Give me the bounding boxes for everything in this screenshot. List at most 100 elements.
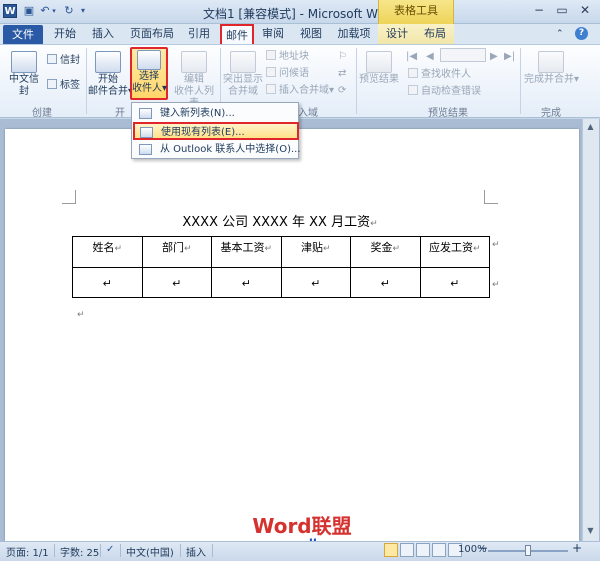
edit-recipient-list-button[interactable]: 编辑 收件人列表 [170, 49, 218, 110]
dropdown-arrow-icon: ▾ [162, 83, 168, 94]
table-cell[interactable]: ↵ [419, 266, 490, 298]
auto-check-errors-button[interactable]: 自动检查错误 [408, 85, 481, 98]
group-label-start-merge: 开 [115, 108, 125, 119]
watermark-brand: Word联盟 [252, 514, 352, 538]
group-separator [86, 48, 87, 114]
table-header-cell[interactable]: 津贴↵ [280, 236, 351, 268]
next-record-icon[interactable]: ▶ [490, 50, 498, 63]
highlight-icon [230, 51, 256, 73]
table-header-cell[interactable]: 部门↵ [141, 236, 212, 268]
find-recipient-button[interactable]: 查找收件人 [408, 68, 471, 81]
page-count[interactable]: 页面: 1/1 [6, 544, 49, 559]
table-header-cell[interactable]: 基本工资↵ [211, 236, 282, 268]
address-block-icon [266, 50, 276, 60]
tab-references[interactable]: 引用 [184, 24, 214, 44]
tab-file[interactable]: 文件 [3, 25, 43, 44]
dropdown-arrow-icon: ▾ [574, 74, 580, 85]
select-recipients-button[interactable]: 选择 收件人▾ [130, 47, 168, 100]
table-cell[interactable]: ↵ [141, 266, 212, 298]
finish-merge-icon [538, 51, 564, 73]
tab-review[interactable]: 审阅 [258, 24, 288, 44]
table-header-cell[interactable]: 姓名↵ [72, 236, 143, 268]
group-label-create: 创建 [32, 108, 52, 119]
insert-merge-field-button[interactable]: 插入合并域▾ [266, 84, 334, 97]
table-cell[interactable]: ↵ [211, 266, 282, 298]
zoom-slider-thumb[interactable] [525, 545, 531, 556]
vertical-scrollbar[interactable] [582, 119, 599, 541]
group-separator [520, 48, 521, 114]
rules-icon[interactable]: ⚐ [338, 50, 352, 63]
update-labels-icon[interactable]: ⟳ [338, 84, 352, 97]
match-fields-icon[interactable]: ⇄ [338, 67, 352, 80]
zoom-in-icon[interactable]: + [572, 541, 582, 555]
greeting-line-button[interactable]: 问候语 [266, 67, 309, 80]
scroll-up-icon[interactable]: ▲ [584, 122, 597, 134]
outline-view-icon[interactable] [432, 543, 446, 557]
restore-button[interactable]: ▭ [551, 3, 573, 19]
salary-table[interactable]: 姓名↵ 部门↵ 基本工资↵ 津贴↵ 奖金↵ 应发工资↵ ↵ ↵ ↵ ↵ ↵ ↵ [72, 236, 490, 298]
status-separator [54, 544, 55, 557]
tab-mailings[interactable]: 邮件 [220, 24, 254, 44]
group-label-finish: 完成 [541, 108, 561, 119]
last-record-icon[interactable]: ▶| [504, 50, 515, 63]
envelopes-button[interactable]: 信封 [47, 54, 80, 67]
language-indicator[interactable]: 中文(中国) [126, 544, 174, 559]
previous-record-icon[interactable]: ◀ [426, 50, 434, 63]
minimize-button[interactable]: − [528, 3, 550, 19]
check-errors-icon [408, 85, 418, 95]
chinese-envelopes-button[interactable]: 中文信封 [6, 49, 42, 98]
labels-button[interactable]: 标签 [47, 79, 80, 92]
insert-mode-indicator[interactable]: 插入 [186, 544, 206, 559]
word-count[interactable]: 字数: 25 [60, 544, 99, 559]
finish-merge-button[interactable]: 完成并合并▾ [524, 49, 580, 86]
minimize-ribbon-icon[interactable]: ⌃ [556, 29, 568, 41]
tab-view[interactable]: 视图 [296, 24, 326, 44]
table-cell[interactable]: ↵ [72, 266, 143, 298]
outlook-contacts-icon [139, 144, 152, 155]
start-mail-merge-button[interactable]: 开始 邮件合并▾ [88, 49, 133, 98]
preview-icon [366, 51, 392, 73]
table-header-cell[interactable]: 应发工资↵ [419, 236, 490, 268]
margin-corner-mark [62, 190, 76, 204]
preview-results-button[interactable]: 预览结果 [358, 49, 400, 86]
new-list-icon [139, 108, 152, 119]
group-label-preview: 预览结果 [428, 108, 468, 119]
window-title: 文档1 [兼容模式] - Microsoft Word [202, 7, 398, 21]
table-cell[interactable]: ↵ [280, 266, 351, 298]
tab-design[interactable]: 设计 [382, 24, 412, 44]
menu-item-use-existing-list[interactable]: 使用现有列表(E)... [133, 122, 299, 140]
print-layout-view-icon[interactable] [384, 543, 398, 557]
select-recipients-menu: 键入新列表(N)... 使用现有列表(E)... 从 Outlook 联系人中选… [131, 102, 301, 159]
table-cell[interactable]: ↵ [350, 266, 421, 298]
address-block-button[interactable]: 地址块 [266, 50, 309, 63]
table-row: ↵ ↵ ↵ ↵ ↵ ↵ [72, 266, 490, 298]
existing-list-icon [140, 127, 153, 138]
web-layout-icon[interactable] [416, 543, 430, 557]
full-screen-reading-icon[interactable] [400, 543, 414, 557]
find-icon [408, 68, 418, 78]
record-number-input[interactable] [440, 48, 486, 62]
menu-item-type-new-list[interactable]: 键入新列表(N)... [134, 105, 297, 122]
tab-home[interactable]: 开始 [50, 24, 80, 44]
close-button[interactable]: ✕ [574, 3, 596, 19]
help-icon[interactable]: ? [575, 27, 588, 40]
edit-list-icon [181, 51, 207, 73]
menu-item-outlook-contacts[interactable]: 从 Outlook 联系人中选择(O)... [134, 141, 301, 158]
document-heading[interactable]: XXXX 公司 XXXX 年 XX 月工资↵ [70, 211, 490, 230]
highlight-merge-fields-button[interactable]: 突出显示 合并域 [222, 49, 264, 98]
status-separator [212, 544, 213, 557]
status-separator [120, 544, 121, 557]
first-record-icon[interactable]: |◀ [406, 50, 417, 63]
zoom-out-icon[interactable]: − [478, 541, 488, 555]
tab-page-layout[interactable]: 页面布局 [124, 24, 180, 44]
greeting-icon [266, 67, 276, 77]
scroll-down-icon[interactable]: ▼ [584, 526, 597, 538]
proofing-icon[interactable]: ✓ [106, 544, 114, 555]
envelope-icon [11, 51, 37, 73]
tab-addins[interactable]: 加载项 [334, 24, 374, 44]
table-header-cell[interactable]: 奖金↵ [350, 236, 421, 268]
tab-insert[interactable]: 插入 [88, 24, 118, 44]
tab-table-layout[interactable]: 布局 [420, 24, 450, 44]
status-separator [180, 544, 181, 557]
label-icon [47, 79, 57, 89]
